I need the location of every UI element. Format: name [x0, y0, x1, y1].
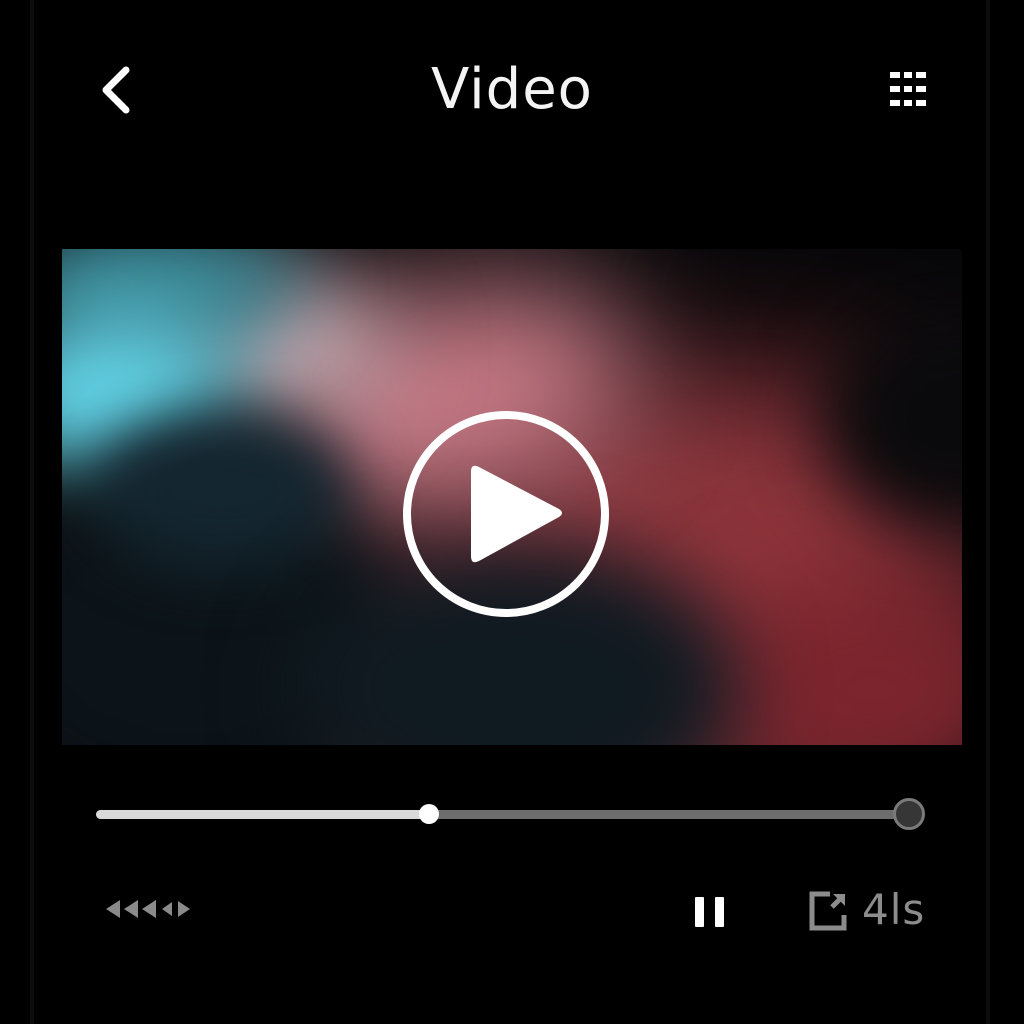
back-button[interactable] — [88, 62, 148, 118]
chevron-left-icon — [102, 66, 130, 114]
pause-button[interactable] — [688, 890, 732, 934]
rewind-forward-icon — [106, 900, 190, 918]
progress-handle[interactable] — [418, 804, 439, 824]
pause-icon — [695, 897, 724, 927]
page-title: Video — [431, 57, 593, 122]
screen-edge-left — [30, 0, 34, 1024]
progress-bar[interactable] — [92, 795, 932, 835]
fullscreen-icon — [809, 891, 847, 931]
menu-button[interactable] — [880, 62, 936, 118]
header: Video — [0, 40, 1024, 140]
seek-button[interactable] — [102, 894, 194, 924]
video-frame-shade — [92, 409, 352, 569]
progress-end-marker — [893, 798, 925, 830]
playback-controls: 4ls — [0, 880, 1024, 940]
video-player[interactable] — [62, 249, 962, 745]
play-circle-icon — [403, 411, 609, 617]
play-button[interactable] — [401, 409, 611, 619]
fullscreen-button[interactable] — [806, 889, 850, 933]
grid-menu-icon — [890, 72, 926, 106]
video-screen: Video 4ls — [0, 0, 1024, 1024]
progress-fill — [96, 810, 429, 819]
duration-label: 4ls — [862, 885, 926, 934]
screen-edge-right — [986, 0, 990, 1024]
